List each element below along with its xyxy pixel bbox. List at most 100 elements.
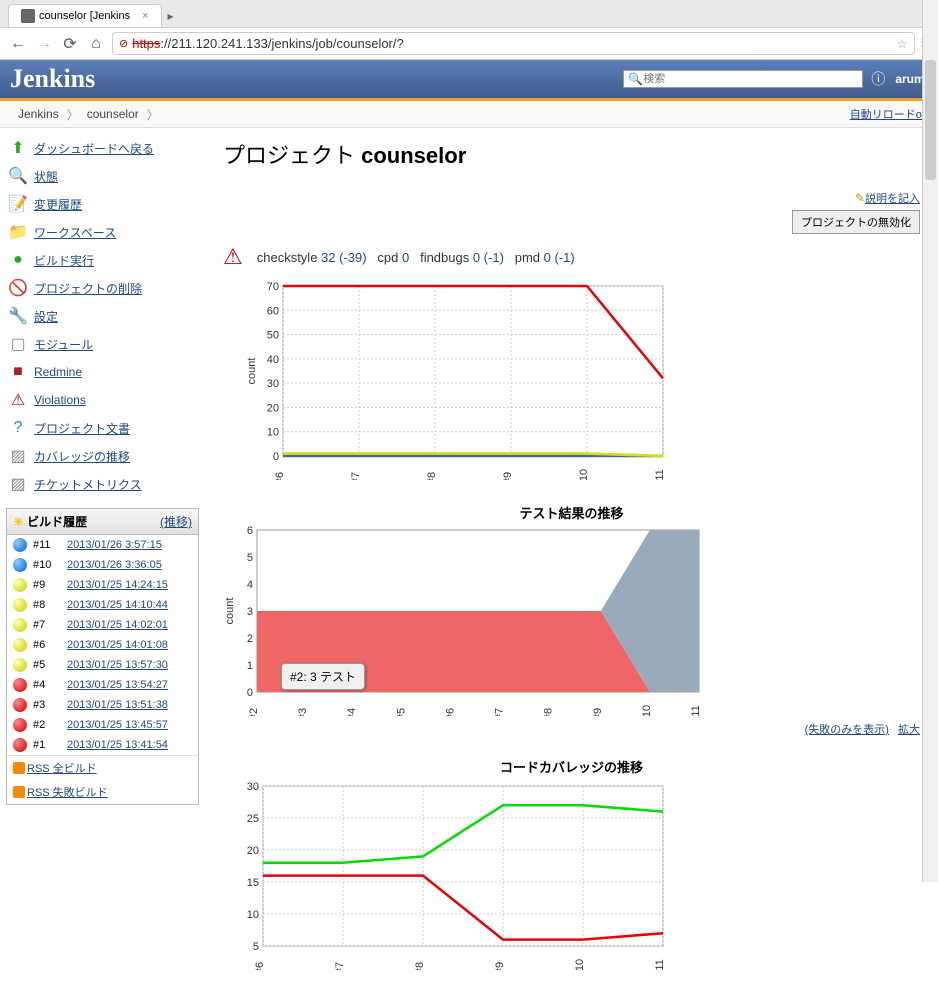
sidebar-link[interactable]: ダッシュボードへ戻る (34, 140, 154, 157)
home-button[interactable]: ⌂ (86, 34, 106, 54)
build-date-link[interactable]: 2013/01/26 3:57:15 (67, 539, 162, 551)
sidebar-link[interactable]: Violations (34, 393, 86, 407)
add-description-link[interactable]: 説明を記入 (865, 193, 920, 205)
violation-value[interactable]: 32 (-39) (321, 250, 367, 265)
svg-text:#6: #6 (274, 472, 286, 480)
breadcrumb-jenkins[interactable]: Jenkins (10, 105, 67, 123)
test-trend-chart: テスト結果の推移 0123456#2#3#4#5#6#7#8#9#10#11co… (223, 503, 920, 737)
svg-text:#9: #9 (592, 708, 604, 716)
build-number: #1 (33, 739, 61, 751)
sidebar-link[interactable]: Redmine (34, 365, 82, 379)
violation-name: cpd (377, 250, 402, 265)
auto-reload-link[interactable]: 自動リロードon (850, 106, 928, 122)
rss-all-link[interactable]: RSS 全ビルド (13, 760, 97, 776)
build-date-link[interactable]: 2013/01/25 14:24:15 (67, 579, 168, 591)
build-number: #7 (33, 619, 61, 631)
build-row[interactable]: #52013/01/25 13:57:30 (7, 655, 198, 675)
sidebar-link[interactable]: ワークスペース (34, 224, 116, 241)
build-trend-link[interactable]: (推移) (160, 513, 192, 530)
sidebar-icon: 🔍 (8, 166, 28, 186)
jenkins-logo[interactable]: Jenkins (10, 64, 623, 94)
jenkins-header: Jenkins 🔍 ⓘ arumi (0, 60, 938, 101)
svg-text:0: 0 (273, 451, 279, 463)
rss-fail-link[interactable]: RSS 失敗ビルド (13, 784, 108, 800)
reload-button[interactable]: ⟳ (60, 34, 80, 54)
search-input[interactable] (643, 73, 858, 85)
forward-button[interactable]: → (34, 34, 54, 54)
sidebar-item[interactable]: 📁ワークスペース (6, 218, 199, 246)
search-box[interactable]: 🔍 (623, 70, 863, 88)
browser-tab[interactable]: counselor [Jenkins × (8, 4, 162, 27)
sidebar-link[interactable]: チケットメトリクス (34, 476, 142, 493)
new-tab-button[interactable]: ▸ (162, 7, 180, 25)
build-row[interactable]: #92013/01/25 14:24:15 (7, 575, 198, 595)
bookmark-star-icon[interactable]: ☆ (897, 37, 908, 51)
build-date-link[interactable]: 2013/01/25 13:45:57 (67, 719, 168, 731)
sidebar-link[interactable]: 設定 (34, 308, 58, 325)
disable-project-button[interactable]: プロジェクトの無効化 (792, 210, 920, 234)
build-row[interactable]: #82013/01/25 14:10:44 (7, 595, 198, 615)
sidebar-link[interactable]: モジュール (34, 336, 93, 353)
sidebar-item[interactable]: 🔍 状態 (6, 162, 199, 190)
sidebar-link[interactable]: プロジェクトの削除 (34, 280, 142, 297)
build-date-link[interactable]: 2013/01/25 14:02:01 (67, 619, 168, 631)
help-icon[interactable]: ⓘ (871, 69, 885, 89)
build-row[interactable]: #7 2013/01/25 14:02:01 (7, 615, 198, 635)
sidebar-icon: ▢ (8, 334, 28, 354)
sidebar-item[interactable]: ▨チケットメトリクス (6, 470, 199, 498)
scrollbar-thumb[interactable] (925, 60, 936, 180)
breadcrumb: Jenkins 〉 counselor 〉 自動リロードon (0, 101, 938, 128)
build-row[interactable]: #22013/01/25 13:45:57 (7, 715, 198, 735)
sidebar-link[interactable]: カバレッジの推移 (34, 448, 130, 465)
sidebar-item[interactable]: 📝変更履歴 (6, 190, 199, 218)
build-row[interactable]: #102013/01/26 3:36:05 (7, 555, 198, 575)
build-date-link[interactable]: 2013/01/25 13:41:54 (67, 739, 168, 751)
violation-value[interactable]: 0 (-1) (473, 250, 504, 265)
vertical-scrollbar[interactable] (922, 0, 938, 882)
svg-text:20: 20 (247, 845, 259, 857)
build-date-link[interactable]: 2013/01/25 14:01:08 (67, 639, 168, 651)
chart-title: テスト結果の推移 (223, 503, 920, 522)
svg-text:3: 3 (247, 606, 253, 618)
main-content: プロジェクト counselor ✎説明を記入 プロジェクトの無効化 ⚠ che… (205, 128, 938, 1003)
url-input[interactable]: ⊘ https://211.120.241.133/jenkins/job/co… (112, 32, 915, 55)
sidebar-item[interactable]: ■Redmine (6, 358, 199, 386)
sidebar-link[interactable]: 変更履歴 (34, 196, 82, 213)
sidebar-item[interactable]: ⬆ダッシュボードへ戻る (6, 134, 199, 162)
sidebar-item[interactable]: 🚫プロジェクトの削除 (6, 274, 199, 302)
violation-value[interactable]: 0 (402, 250, 409, 265)
sidebar-link[interactable]: ビルド実行 (34, 252, 94, 269)
violation-name: findbugs (420, 250, 473, 265)
build-row[interactable]: #62013/01/25 14:01:08 (7, 635, 198, 655)
build-date-link[interactable]: 2013/01/25 13:57:30 (67, 659, 168, 671)
sidebar-item[interactable]: ●ビルド実行 (6, 246, 199, 274)
coverage-chart: コードカバレッジの推移 51015202530#6#7#8#9#10#11 Co… (223, 757, 920, 973)
svg-text:count: count (246, 358, 258, 385)
sidebar-item[interactable]: 🔧設定 (6, 302, 199, 330)
build-row[interactable]: #1 2013/01/25 13:41:54 (7, 735, 198, 755)
svg-text:1: 1 (247, 660, 253, 672)
failures-only-link[interactable]: (失敗のみを表示) (805, 724, 889, 736)
svg-text:count: count (224, 598, 236, 625)
tab-close-icon[interactable]: × (142, 10, 148, 22)
build-row[interactable]: #32013/01/25 13:51:38 (7, 695, 198, 715)
enlarge-link[interactable]: 拡大 (898, 724, 920, 736)
sidebar-item[interactable]: ?プロジェクト文書 (6, 414, 199, 442)
build-row[interactable]: #112013/01/26 3:57:15 (7, 535, 198, 555)
back-button[interactable]: ← (8, 34, 28, 54)
sidebar-item[interactable]: ⚠Violations (6, 386, 199, 414)
sidebar-link[interactable]: プロジェクト文書 (34, 420, 130, 437)
svg-text:#5: #5 (395, 708, 407, 716)
build-date-link[interactable]: 2013/01/25 14:10:44 (67, 599, 168, 611)
build-date-link[interactable]: 2013/01/26 3:36:05 (67, 559, 162, 571)
sidebar-item[interactable]: ▨カバレッジの推移 (6, 442, 199, 470)
violation-value[interactable]: 0 (-1) (544, 250, 575, 265)
svg-text:#6: #6 (444, 708, 456, 716)
sidebar-link[interactable]: 状態 (34, 168, 58, 185)
build-date-link[interactable]: 2013/01/25 13:54:27 (67, 679, 168, 691)
breadcrumb-project[interactable]: counselor (79, 105, 147, 123)
build-date-link[interactable]: 2013/01/25 13:51:38 (67, 699, 168, 711)
sidebar-item[interactable]: ▢ モジュール (6, 330, 199, 358)
build-row[interactable]: #42013/01/25 13:54:27 (7, 675, 198, 695)
build-status-ball-icon (13, 678, 27, 692)
